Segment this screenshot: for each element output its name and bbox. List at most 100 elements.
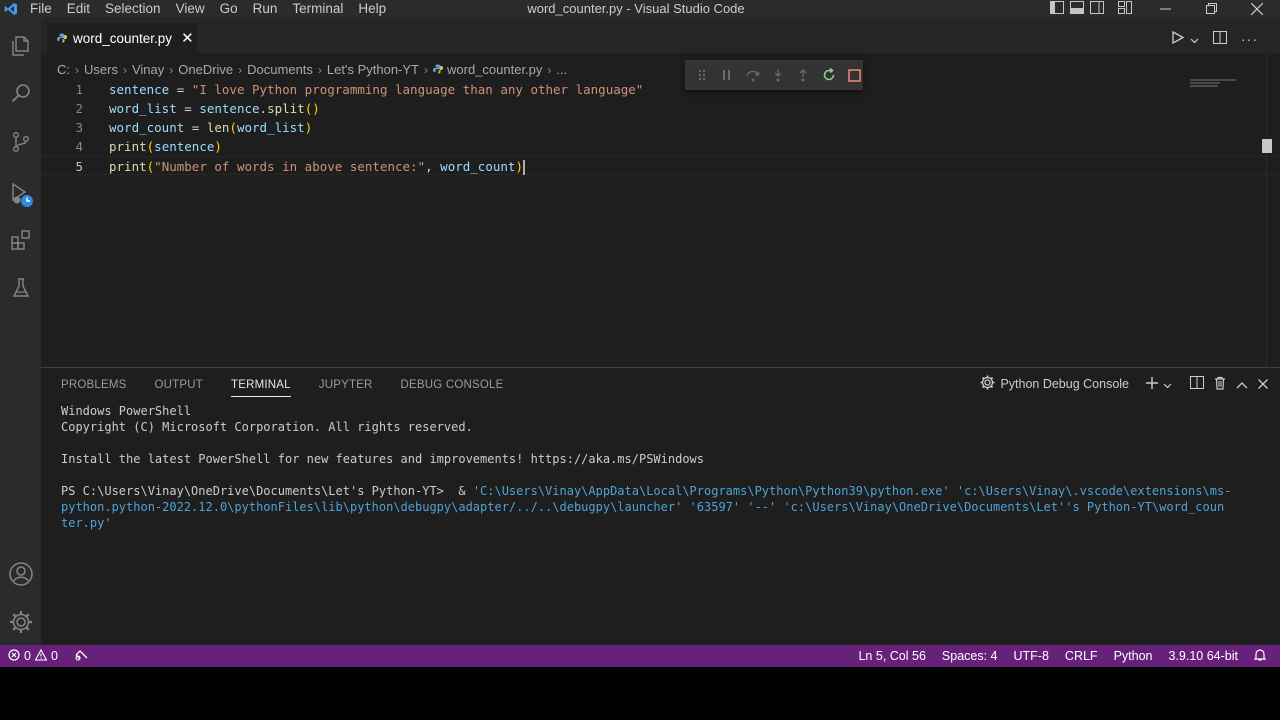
python-interpreter[interactable]: 3.9.10 64-bit bbox=[1169, 649, 1239, 663]
breadcrumb-item[interactable]: OneDrive bbox=[178, 62, 233, 77]
code-token: word_list bbox=[236, 120, 305, 135]
language-mode[interactable]: Python bbox=[1114, 649, 1153, 663]
breadcrumb-item[interactable]: C: bbox=[57, 62, 70, 77]
code-token: ) bbox=[515, 159, 523, 174]
breadcrumb-separator-icon: › bbox=[75, 62, 79, 77]
end-of-line[interactable]: CRLF bbox=[1065, 649, 1098, 663]
menu-terminal[interactable]: Terminal bbox=[284, 0, 350, 17]
terminal-command: ter.py' bbox=[61, 516, 112, 530]
tab-problems[interactable]: PROBLEMS bbox=[61, 368, 127, 402]
menu-run[interactable]: Run bbox=[245, 0, 285, 17]
account-icon[interactable] bbox=[0, 554, 41, 594]
menu-go[interactable]: Go bbox=[212, 0, 245, 17]
toggle-primary-sidebar-icon[interactable] bbox=[1050, 0, 1064, 17]
breadcrumb-item[interactable]: word_counter.py bbox=[447, 62, 542, 77]
cursor-position[interactable]: Ln 5, Col 56 bbox=[858, 649, 925, 663]
run-python-file-icon[interactable] bbox=[1172, 30, 1185, 47]
python-file-icon bbox=[433, 62, 444, 77]
kill-terminal-icon[interactable] bbox=[1214, 376, 1226, 393]
close-panel-icon[interactable] bbox=[1258, 377, 1268, 392]
warning-count: 0 bbox=[50, 649, 58, 663]
code-token: sentence bbox=[154, 139, 215, 154]
panel-tab-bar: PROBLEMS OUTPUT TERMINAL JUPYTER DEBUG C… bbox=[61, 368, 531, 402]
menu-edit[interactable]: Edit bbox=[59, 0, 97, 17]
run-debug-icon[interactable] bbox=[0, 174, 41, 214]
menu-view[interactable]: View bbox=[168, 0, 212, 17]
letterbox-bar bbox=[0, 667, 1280, 720]
maximize-panel-chevron-icon[interactable] bbox=[1236, 377, 1248, 392]
code-token: ) bbox=[304, 120, 313, 135]
breadcrumb-item[interactable]: Vinay bbox=[132, 62, 164, 77]
tab-debug-console[interactable]: DEBUG CONSOLE bbox=[401, 368, 504, 402]
source-control-icon[interactable] bbox=[0, 122, 41, 162]
menu-help[interactable]: Help bbox=[350, 0, 393, 17]
restore-icon[interactable] bbox=[1188, 0, 1234, 17]
activity-bar bbox=[0, 17, 41, 645]
search-icon[interactable] bbox=[0, 74, 41, 114]
line-text: sentence = "I love Python programming la… bbox=[109, 80, 643, 99]
tab-output[interactable]: OUTPUT bbox=[155, 368, 203, 402]
terminal-output[interactable]: Windows PowerShell Copyright (C) Microso… bbox=[61, 403, 1261, 531]
settings-gear-icon[interactable] bbox=[0, 602, 41, 642]
terminal-command: 'C:\Users\Vinay\AppData\Local\Programs\P… bbox=[472, 484, 1232, 498]
minimap[interactable] bbox=[1190, 79, 1236, 89]
title-bar: File Edit Selection View Go Run Terminal… bbox=[0, 0, 1280, 17]
code-token: word_count bbox=[109, 120, 185, 135]
code-line: 2 word_list = sentence.split() bbox=[41, 99, 1280, 118]
breadcrumb-item[interactable]: Documents bbox=[247, 62, 313, 77]
editor-area: word_counter.py ✕ ··· C: › Users › Vinay › … bbox=[41, 17, 1280, 367]
run-dropdown-chevron-icon[interactable] bbox=[1190, 32, 1199, 47]
text-cursor bbox=[522, 160, 525, 175]
debug-gear-icon bbox=[980, 375, 995, 393]
toggle-secondary-sidebar-icon[interactable] bbox=[1090, 0, 1104, 17]
code-token: = bbox=[176, 101, 200, 116]
code-token: = bbox=[184, 120, 207, 135]
close-window-icon[interactable] bbox=[1234, 0, 1280, 17]
code-token: word_list bbox=[109, 101, 177, 116]
debug-status-icon[interactable] bbox=[74, 649, 88, 664]
code-token: print bbox=[109, 159, 147, 174]
split-editor-icon[interactable] bbox=[1213, 31, 1227, 47]
terminal-command-line: PS C:\Users\Vinay\OneDrive\Documents\Let… bbox=[61, 483, 1261, 499]
breadcrumb-item[interactable]: Users bbox=[84, 62, 118, 77]
code-token: split bbox=[267, 101, 305, 116]
breadcrumb-item[interactable]: Let's Python-YT bbox=[327, 62, 419, 77]
status-bar: 0 0 Ln 5, Col 56 Spaces: 4 UTF-8 CRLF Py… bbox=[0, 645, 1280, 667]
code-token: ) bbox=[214, 139, 222, 154]
more-actions-icon[interactable]: ··· bbox=[1241, 31, 1258, 47]
breadcrumb-item[interactable]: ... bbox=[556, 62, 567, 77]
indentation[interactable]: Spaces: 4 bbox=[942, 649, 998, 663]
tab-word-counter[interactable]: word_counter.py ✕ bbox=[47, 23, 197, 53]
terminal-name: Python Debug Console bbox=[1000, 377, 1129, 391]
terminal-selector[interactable]: Python Debug Console bbox=[980, 375, 1129, 393]
explorer-icon[interactable] bbox=[0, 26, 41, 66]
scrollbar-thumb[interactable] bbox=[1262, 139, 1272, 153]
editor-actions: ··· bbox=[1172, 30, 1258, 47]
split-terminal-icon[interactable] bbox=[1190, 376, 1204, 392]
notifications-bell-icon[interactable] bbox=[1253, 648, 1267, 664]
menu-selection[interactable]: Selection bbox=[97, 0, 168, 17]
problems-status[interactable]: 0 0 bbox=[8, 648, 58, 664]
testing-icon[interactable] bbox=[0, 268, 41, 308]
customize-layout-icon[interactable] bbox=[1118, 0, 1132, 17]
tab-label: word_counter.py bbox=[73, 30, 173, 46]
tab-terminal[interactable]: TERMINAL bbox=[231, 368, 291, 402]
tab-close-icon[interactable]: ✕ bbox=[181, 29, 194, 47]
code-token: sentence bbox=[109, 82, 170, 97]
tab-jupyter[interactable]: JUPYTER bbox=[319, 368, 373, 402]
menu-bar: File Edit Selection View Go Run Terminal… bbox=[22, 0, 393, 17]
code-line: 4 print(sentence) bbox=[41, 137, 1280, 156]
code-editor[interactable]: 1 sentence = "I love Python programming l… bbox=[41, 80, 1280, 175]
toggle-panel-icon[interactable] bbox=[1070, 0, 1084, 17]
breadcrumb-separator-icon: › bbox=[424, 62, 429, 77]
minimize-icon[interactable] bbox=[1142, 0, 1188, 17]
editor-tab-bar: word_counter.py ✕ ··· bbox=[41, 17, 1280, 53]
encoding[interactable]: UTF-8 bbox=[1014, 649, 1049, 663]
code-token: "Number of words in above sentence:" bbox=[154, 159, 426, 174]
warning-icon bbox=[34, 648, 48, 664]
terminal-dropdown-chevron-icon[interactable] bbox=[1163, 377, 1172, 392]
extensions-icon[interactable] bbox=[0, 220, 41, 260]
menu-file[interactable]: File bbox=[22, 0, 59, 17]
new-terminal-icon[interactable] bbox=[1145, 376, 1159, 393]
code-token: len bbox=[206, 120, 230, 135]
